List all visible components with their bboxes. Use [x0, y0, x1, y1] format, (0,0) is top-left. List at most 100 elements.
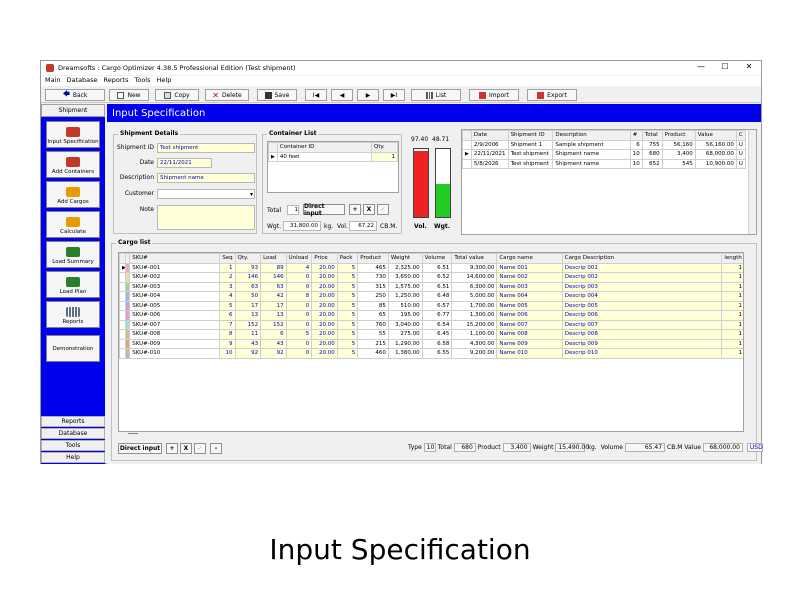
unload-cell[interactable]: 0 [285, 272, 313, 283]
cargo-name-cell[interactable]: Name 010 [496, 348, 563, 359]
seq-cell[interactable]: 7 [219, 319, 236, 330]
minimize-button[interactable]: — [691, 62, 711, 71]
col-qty[interactable]: Qty. [234, 253, 262, 264]
load-cell[interactable]: 17 [260, 300, 287, 311]
unload-cell[interactable]: 5 [285, 329, 313, 340]
col-total[interactable]: Total [641, 130, 663, 141]
cargo-description-cell[interactable]: Descrip 009 [561, 338, 723, 349]
close-button[interactable]: ✕ [739, 62, 759, 71]
col-description[interactable]: Description [552, 130, 631, 141]
table-row[interactable]: 2/9/2006 Shipment 1 Sample shipment 6 75… [462, 139, 747, 150]
cargo-description-cell[interactable]: Descrip 003 [561, 281, 723, 292]
table-row[interactable]: SKU#-009 9 43 43 0 20.00 5 215 1,290.00 6.58 4,300… [119, 338, 743, 349]
sidebar-footer-database[interactable]: Database [41, 428, 105, 439]
cargo-name-cell[interactable]: Name 002 [496, 272, 563, 283]
cargo-direct-input-button[interactable]: Direct input [118, 443, 162, 454]
price-cell[interactable]: 20.00 [311, 348, 338, 359]
unload-cell[interactable]: 0 [285, 348, 313, 359]
qty-cell[interactable]: 93 [234, 262, 262, 273]
qty-cell[interactable]: 13 [234, 310, 262, 321]
qty-cell[interactable]: 50 [234, 291, 262, 302]
col-container-id[interactable]: Container ID [276, 142, 373, 153]
price-cell[interactable]: 20.00 [311, 262, 338, 273]
menu-database[interactable]: Database [67, 76, 98, 86]
cargo-hscroll-thumb[interactable] [128, 433, 138, 434]
pack-cell[interactable]: 5 [336, 300, 359, 311]
copy-button[interactable]: Copy [155, 89, 199, 101]
load-cell[interactable]: 146 [260, 272, 287, 283]
shipment-table-scrollbar[interactable] [748, 130, 756, 234]
table-row[interactable]: SKU#-003 3 63 63 0 20.00 5 315 1,575.00 6.51 6,300… [119, 281, 743, 292]
pack-cell[interactable]: 5 [336, 310, 359, 321]
sidebar-item-add-cargos[interactable]: Add Cargos [46, 181, 100, 208]
cargo-name-cell[interactable]: Name 004 [496, 291, 563, 302]
cargo-description-cell[interactable]: Descrip 005 [561, 300, 723, 311]
load-cell[interactable]: 6 [260, 329, 287, 340]
price-cell[interactable]: 20.00 [311, 319, 338, 330]
remove-container-button[interactable]: X [363, 204, 375, 215]
col-unload[interactable]: Unload [285, 253, 313, 264]
list-button[interactable]: List [411, 89, 461, 101]
add-cargo-button[interactable]: + [166, 443, 178, 454]
cargo-name-cell[interactable]: Name 008 [496, 329, 563, 340]
add-container-button[interactable]: + [349, 204, 361, 215]
price-cell[interactable]: 20.00 [311, 272, 338, 283]
price-cell[interactable]: 20.00 [311, 291, 338, 302]
cargo-hscroll[interactable] [118, 433, 744, 437]
pack-cell[interactable]: 5 [336, 329, 359, 340]
length-cell[interactable]: 1 [721, 281, 743, 292]
date-field[interactable]: 22/11/2021 [157, 158, 212, 168]
table-row[interactable]: ▶ SKU#-001 1 93 89 4 20.00 5 465 2,325.00 6.51 9,30… [119, 262, 743, 273]
seq-cell[interactable]: 4 [219, 291, 236, 302]
unload-cell[interactable]: 0 [285, 310, 313, 321]
cargo-name-cell[interactable]: Name 001 [496, 262, 563, 273]
price-cell[interactable]: 20.00 [311, 329, 338, 340]
pack-cell[interactable]: 5 [336, 291, 359, 302]
first-record-button[interactable]: I◀ [305, 89, 327, 101]
chevron-down-icon[interactable]: ▾ [250, 190, 253, 198]
col-qty[interactable]: Qty. [371, 142, 398, 153]
seq-cell[interactable]: 1 [219, 262, 236, 273]
qty-cell[interactable]: 92 [234, 348, 262, 359]
customer-select[interactable]: ▾ [157, 189, 255, 199]
qty-cell[interactable]: 146 [234, 272, 262, 283]
qty-cell[interactable]: 17 [234, 300, 262, 311]
load-cell[interactable]: 92 [260, 348, 287, 359]
qty-cell[interactable]: 43 [234, 338, 262, 349]
cargo-name-cell[interactable]: Name 007 [496, 319, 563, 330]
move-cargo-button[interactable]: - [210, 443, 222, 454]
qty-cell[interactable]: 11 [234, 329, 262, 340]
load-cell[interactable]: 63 [260, 281, 287, 292]
sidebar-item-load-plan[interactable]: Load Plan [46, 271, 100, 298]
cargo-description-cell[interactable]: Descrip 002 [561, 272, 723, 283]
shipment-id-field[interactable]: Test shipment [157, 143, 255, 153]
table-row[interactable]: SKU#-002 2 146 146 0 20.00 5 730 3,650.00 6.52 14,… [119, 272, 743, 283]
cargo-description-cell[interactable]: Descrip 007 [561, 319, 723, 330]
sidebar-header[interactable]: Shipment [41, 104, 105, 117]
col-load[interactable]: Load [260, 253, 287, 264]
col-seq[interactable]: Seq [219, 253, 236, 264]
cargo-name-cell[interactable]: Name 006 [496, 310, 563, 321]
last-record-button[interactable]: ▶I [383, 89, 405, 101]
seq-cell[interactable]: 8 [219, 329, 236, 340]
maximize-button[interactable]: ☐ [715, 62, 735, 71]
load-cell[interactable]: 13 [260, 310, 287, 321]
col-product[interactable]: Product [661, 130, 696, 141]
price-cell[interactable]: 20.00 [311, 338, 338, 349]
col-weight[interactable]: Weight [387, 253, 423, 264]
load-cell[interactable]: 42 [260, 291, 287, 302]
unload-cell[interactable]: 8 [285, 291, 313, 302]
length-cell[interactable]: 1 [721, 262, 743, 273]
cargo-description-cell[interactable]: Descrip 008 [561, 329, 723, 340]
col-length[interactable]: length [721, 253, 743, 264]
load-cell[interactable]: 152 [260, 319, 287, 330]
seq-cell[interactable]: 6 [219, 310, 236, 321]
unload-cell[interactable]: 4 [285, 262, 313, 273]
cargo-description-cell[interactable]: Descrip 004 [561, 291, 723, 302]
price-cell[interactable]: 20.00 [311, 300, 338, 311]
seq-cell[interactable]: 5 [219, 300, 236, 311]
table-row[interactable]: SKU#-008 8 11 6 5 20.00 5 55 275.00 6.45 1,100.00 N… [119, 329, 743, 340]
qty-cell[interactable]: 152 [234, 319, 262, 330]
unload-cell[interactable]: 0 [285, 281, 313, 292]
remove-cargo-button[interactable]: X [180, 443, 192, 454]
